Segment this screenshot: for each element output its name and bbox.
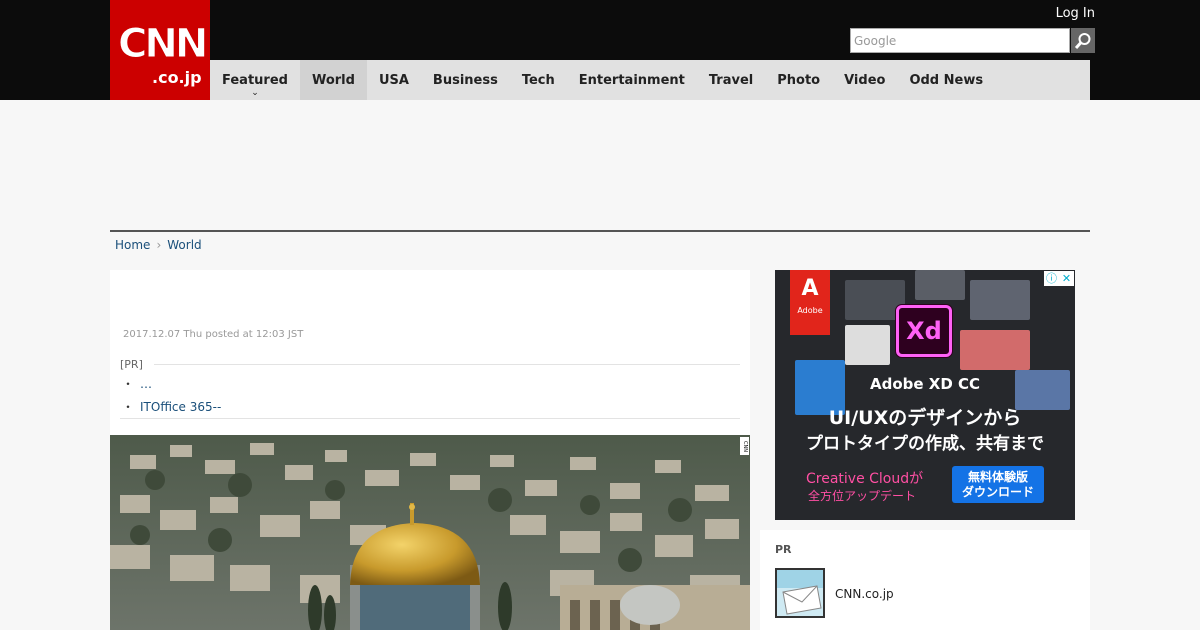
xd-app-icon: Xd xyxy=(896,305,952,357)
top-bar: CNN .co.jp Log In Featured ⌄ World USA B… xyxy=(0,0,1200,100)
nav-item-travel[interactable]: Travel xyxy=(697,60,765,100)
ad-download-button[interactable]: 無料体験版 ダウンロード xyxy=(952,466,1044,503)
ad-headline: UI/UXのデザインから xyxy=(828,407,1022,429)
chevron-down-icon: ⌄ xyxy=(251,88,259,98)
nav-item-label: Tech xyxy=(521,72,555,88)
ad-screen-tile xyxy=(845,325,890,365)
nav-item-usa[interactable]: USA xyxy=(367,60,421,100)
nav-item-odd-news[interactable]: Odd News xyxy=(897,60,995,100)
nav-item-label: Entertainment xyxy=(578,72,685,88)
ad-screen-tile xyxy=(970,280,1030,320)
ad-product-name: Adobe XD CC xyxy=(869,375,981,393)
login-link[interactable]: Log In xyxy=(1056,6,1095,21)
pr-link[interactable]: ・… xyxy=(122,375,152,392)
nav-item-video[interactable]: Video xyxy=(832,60,897,100)
search-icon xyxy=(1074,32,1091,49)
ad-cta-label: ダウンロード xyxy=(961,485,1034,499)
nav-item-label: World xyxy=(311,72,355,88)
photo-credit-tag: CNN xyxy=(740,437,749,455)
nav-item-label: Photo xyxy=(777,72,821,88)
pr-link-text: … xyxy=(140,377,153,391)
nav-item-world[interactable]: World xyxy=(299,60,367,100)
main-nav: Featured ⌄ World USA Business Tech Enter… xyxy=(210,60,1090,100)
adobe-mark-icon: A xyxy=(801,276,819,301)
adobe-xd-ad[interactable]: A Adobe Xd Adobe XD CC UI/UXのデザインから プロトタ… xyxy=(775,270,1075,520)
pr-link[interactable]: ・ ITOffice 365-- xyxy=(122,398,221,415)
chevron-right-icon: › xyxy=(156,238,162,252)
article-date: 2017.12.07 Thu posted at 12:03 JST xyxy=(123,329,304,340)
nav-item-label: Odd News xyxy=(909,72,984,88)
pr-label: [PR] xyxy=(120,358,143,371)
ad-headline: プロトタイプの作成、共有まで xyxy=(806,434,1044,454)
nav-item-label: USA xyxy=(378,72,409,88)
nav-item-label: Business xyxy=(432,72,498,88)
bullet-icon: ・ xyxy=(122,377,135,391)
ad-screen-tile xyxy=(915,270,965,300)
ad-close-icon[interactable]: ✕ xyxy=(1059,271,1074,286)
pr-link-text: ITOffice 365-- xyxy=(140,400,222,414)
cnn-logo[interactable]: CNN .co.jp xyxy=(110,0,210,100)
section-divider xyxy=(110,230,1090,232)
envelope-icon xyxy=(777,570,823,616)
adobe-brand: Adobe xyxy=(797,306,823,315)
article-photo: CNN xyxy=(110,435,750,630)
divider xyxy=(154,364,740,365)
breadcrumb: Home › World xyxy=(115,238,202,252)
nav-item-tech[interactable]: Tech xyxy=(510,60,567,100)
nav-item-label: Video xyxy=(844,72,886,88)
bullet-icon: ・ xyxy=(122,400,135,414)
nav-item-featured[interactable]: Featured ⌄ xyxy=(210,60,300,100)
nav-item-business[interactable]: Business xyxy=(421,60,510,100)
logo-sub: .co.jp xyxy=(152,68,202,87)
pr-thumbnail[interactable] xyxy=(775,568,825,618)
jerusalem-dome-photo xyxy=(110,435,750,630)
ad-cc-line: 全方位アップデート xyxy=(808,489,917,503)
nav-item-photo[interactable]: Photo xyxy=(765,60,832,100)
nav-item-entertainment[interactable]: Entertainment xyxy=(567,60,697,100)
ad-info-icon[interactable]: ⓘ xyxy=(1044,271,1059,286)
xd-badge: Xd xyxy=(906,317,942,345)
breadcrumb-world[interactable]: World xyxy=(167,238,201,252)
logo-text: CNN xyxy=(117,21,208,67)
search-button[interactable] xyxy=(1071,28,1095,53)
pr-box: PR CNN.co.jp xyxy=(760,530,1090,630)
nav-item-label: Travel xyxy=(708,72,754,88)
search-input[interactable] xyxy=(850,28,1070,53)
adobe-logo: A Adobe xyxy=(790,270,830,335)
nav-item-label: Featured xyxy=(222,72,288,88)
ad-cta-label: 無料体験版 xyxy=(967,470,1028,484)
pr-item-name[interactable]: CNN.co.jp xyxy=(835,587,894,601)
article-card: 2017.12.07 Thu posted at 12:03 JST [PR] … xyxy=(110,270,750,435)
breadcrumb-home[interactable]: Home xyxy=(115,238,150,252)
ad-screen-tile xyxy=(960,330,1030,370)
pr-box-title: PR xyxy=(775,543,792,556)
ad-cc-line: Creative Cloudが xyxy=(806,471,924,487)
divider xyxy=(120,418,740,419)
